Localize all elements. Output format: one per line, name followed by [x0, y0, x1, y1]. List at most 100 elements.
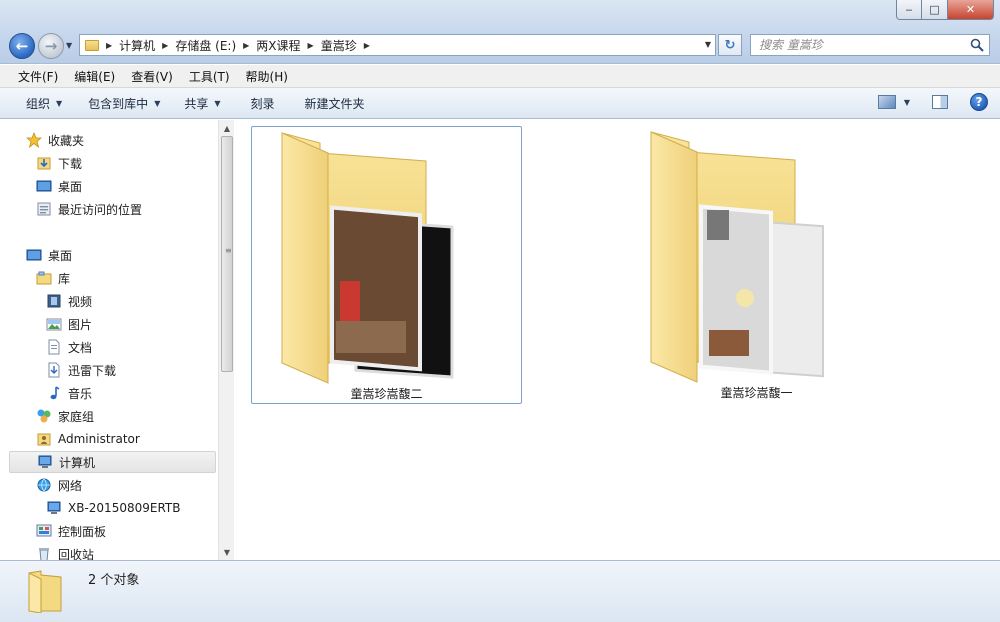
nav-library-label: 库 [58, 271, 71, 286]
nav-desktop[interactable]: 桌面 [26, 244, 72, 266]
file-list[interactable]: 童嵩珍嵩馥二 童嵩珍嵩馥一 [236, 120, 1000, 560]
folder-icon [650, 131, 824, 383]
computer-icon [37, 454, 53, 470]
menu-help[interactable]: 帮助(H) [238, 68, 296, 85]
burn-button[interactable]: 刻录 [241, 95, 285, 112]
menu-file[interactable]: 文件(F) [10, 68, 66, 85]
scroll-thumb[interactable]: ≡ [221, 136, 233, 372]
chevron-right-icon[interactable]: ▶ [243, 41, 249, 50]
nav-item-documents[interactable]: 文档 [46, 336, 92, 358]
search-icon[interactable] [970, 38, 984, 52]
scroll-down-icon[interactable]: ▼ [219, 544, 235, 560]
organize-label: 组织 [26, 96, 51, 111]
chevron-down-icon: ▼ [154, 98, 161, 108]
menu-edit[interactable]: 编辑(E) [66, 68, 123, 85]
network-icon [36, 477, 52, 493]
breadcrumb-drive[interactable]: 存储盘 (E:) [175, 37, 236, 54]
menu-tools[interactable]: 工具(T) [181, 68, 238, 85]
recent-places-icon [36, 201, 52, 217]
desktop-icon [36, 178, 52, 194]
back-arrow-icon: ← [15, 37, 29, 55]
address-bar[interactable]: ▶ 计算机 ▶ 存储盘 (E:) ▶ 两X课程 ▶ 童嵩珍 ▶ ▼ [79, 34, 716, 56]
nav-network-computer[interactable]: XB-20150809ERTB [46, 497, 180, 519]
control-panel-icon [36, 523, 52, 539]
change-view-icon[interactable] [877, 95, 896, 109]
nav-library[interactable]: 库 [36, 267, 70, 289]
pictures-icon [46, 316, 62, 332]
details-bar: 2 个对象 [0, 560, 1000, 622]
folder-name: 童嵩珍嵩馥一 [720, 386, 793, 400]
nav-recycle-bin[interactable]: 回收站 [36, 543, 94, 560]
chevron-right-icon[interactable]: ▶ [308, 41, 314, 50]
breadcrumb-computer[interactable]: 计算机 [119, 37, 155, 54]
search-box[interactable] [750, 34, 990, 56]
grip-icon: ≡ [225, 246, 232, 255]
menu-view[interactable]: 查看(V) [123, 68, 181, 85]
chevron-down-icon[interactable]: ▼ [904, 98, 910, 107]
new-folder-button[interactable]: 新建文件夹 [295, 95, 375, 112]
nav-homegroup[interactable]: 家庭组 [36, 405, 94, 427]
nav-network[interactable]: 网络 [36, 474, 82, 496]
minimize-button[interactable]: ‒ [896, 0, 922, 20]
nav-network-computer-label: XB-20150809ERTB [68, 501, 181, 515]
nav-computer[interactable]: 计算机 [9, 451, 216, 473]
nav-item-music[interactable]: 音乐 [46, 382, 92, 404]
preview-pane-icon[interactable] [932, 95, 948, 109]
nav-administrator-label: Administrator [58, 432, 140, 446]
search-input[interactable] [759, 38, 959, 52]
share-label: 共享 [184, 96, 209, 111]
nav-control-panel[interactable]: 控制面板 [36, 520, 106, 542]
nav-item-label: 文档 [68, 340, 93, 355]
include-in-library-label: 包含到库中 [88, 96, 149, 111]
refresh-button[interactable]: ↻ [718, 34, 742, 56]
folder-item[interactable]: 童嵩珍嵩馥一 [621, 126, 892, 404]
recent-pages-dropdown[interactable]: ▼ [66, 41, 72, 50]
recycle-bin-icon [36, 546, 52, 560]
user-folder-icon [36, 431, 52, 447]
folder-name: 童嵩珍嵩馥二 [350, 387, 423, 401]
maximize-button[interactable]: □ [922, 0, 948, 20]
chevron-down-icon: ▼ [214, 98, 221, 108]
nav-item-label: 迅雷下载 [68, 363, 117, 378]
folder-icon [28, 570, 62, 613]
nav-favorites-label: 收藏夹 [48, 133, 85, 148]
nav-item-thunder-download[interactable]: 迅雷下载 [46, 359, 116, 381]
menu-bar: 文件(F) 编辑(E) 查看(V) 工具(T) 帮助(H) [0, 65, 1000, 88]
item-count: 2 个对象 [88, 573, 140, 588]
back-button[interactable]: ← [9, 33, 35, 59]
window-controls: ‒ □ ✕ [896, 0, 994, 20]
nav-item-label: 图片 [68, 317, 93, 332]
nav-item-label: 视频 [68, 294, 93, 309]
desktop-icon [26, 247, 42, 263]
breadcrumb-current[interactable]: 童嵩珍 [321, 37, 357, 54]
chevron-right-icon[interactable]: ▶ [162, 41, 168, 50]
nav-item-pictures[interactable]: 图片 [46, 313, 92, 335]
nav-administrator[interactable]: Administrator [36, 428, 140, 450]
include-in-library-button[interactable]: 包含到库中 ▼ [78, 95, 170, 112]
nav-scrollbar[interactable]: ▲ ≡ ▼ [218, 120, 234, 560]
address-history-dropdown[interactable]: ▼ [705, 40, 711, 49]
nav-item-downloads[interactable]: 下载 [36, 152, 82, 174]
folder-item[interactable]: 童嵩珍嵩馥二 [251, 126, 522, 404]
share-button[interactable]: 共享 ▼ [174, 95, 230, 112]
close-button[interactable]: ✕ [948, 0, 994, 20]
nav-favorites[interactable]: 收藏夹 [26, 129, 84, 151]
forward-button[interactable]: → [38, 33, 64, 59]
view-controls: ▼ ? [877, 93, 988, 111]
breadcrumb-course[interactable]: 两X课程 [256, 37, 300, 54]
nav-network-label: 网络 [58, 478, 83, 493]
nav-item-label: 下载 [58, 156, 83, 171]
folder-icon [85, 39, 99, 51]
organize-button[interactable]: 组织 ▼ [16, 95, 72, 112]
nav-item-recent-places[interactable]: 最近访问的位置 [36, 198, 142, 220]
scroll-up-icon[interactable]: ▲ [219, 120, 235, 136]
help-icon[interactable]: ? [970, 93, 988, 111]
nav-recycle-bin-label: 回收站 [58, 547, 95, 561]
navigation-pane: 收藏夹 下载 桌面 最近访问的位置 桌面 库 视频 图片 文档 迅雷下载 音乐 … [8, 120, 234, 560]
chevron-right-icon[interactable]: ▶ [364, 41, 370, 50]
nav-item-label: 音乐 [68, 386, 93, 401]
chevron-right-icon[interactable]: ▶ [106, 41, 112, 50]
nav-desktop-label: 桌面 [48, 248, 73, 263]
nav-item-desktop-fav[interactable]: 桌面 [36, 175, 82, 197]
nav-item-videos[interactable]: 视频 [46, 290, 92, 312]
